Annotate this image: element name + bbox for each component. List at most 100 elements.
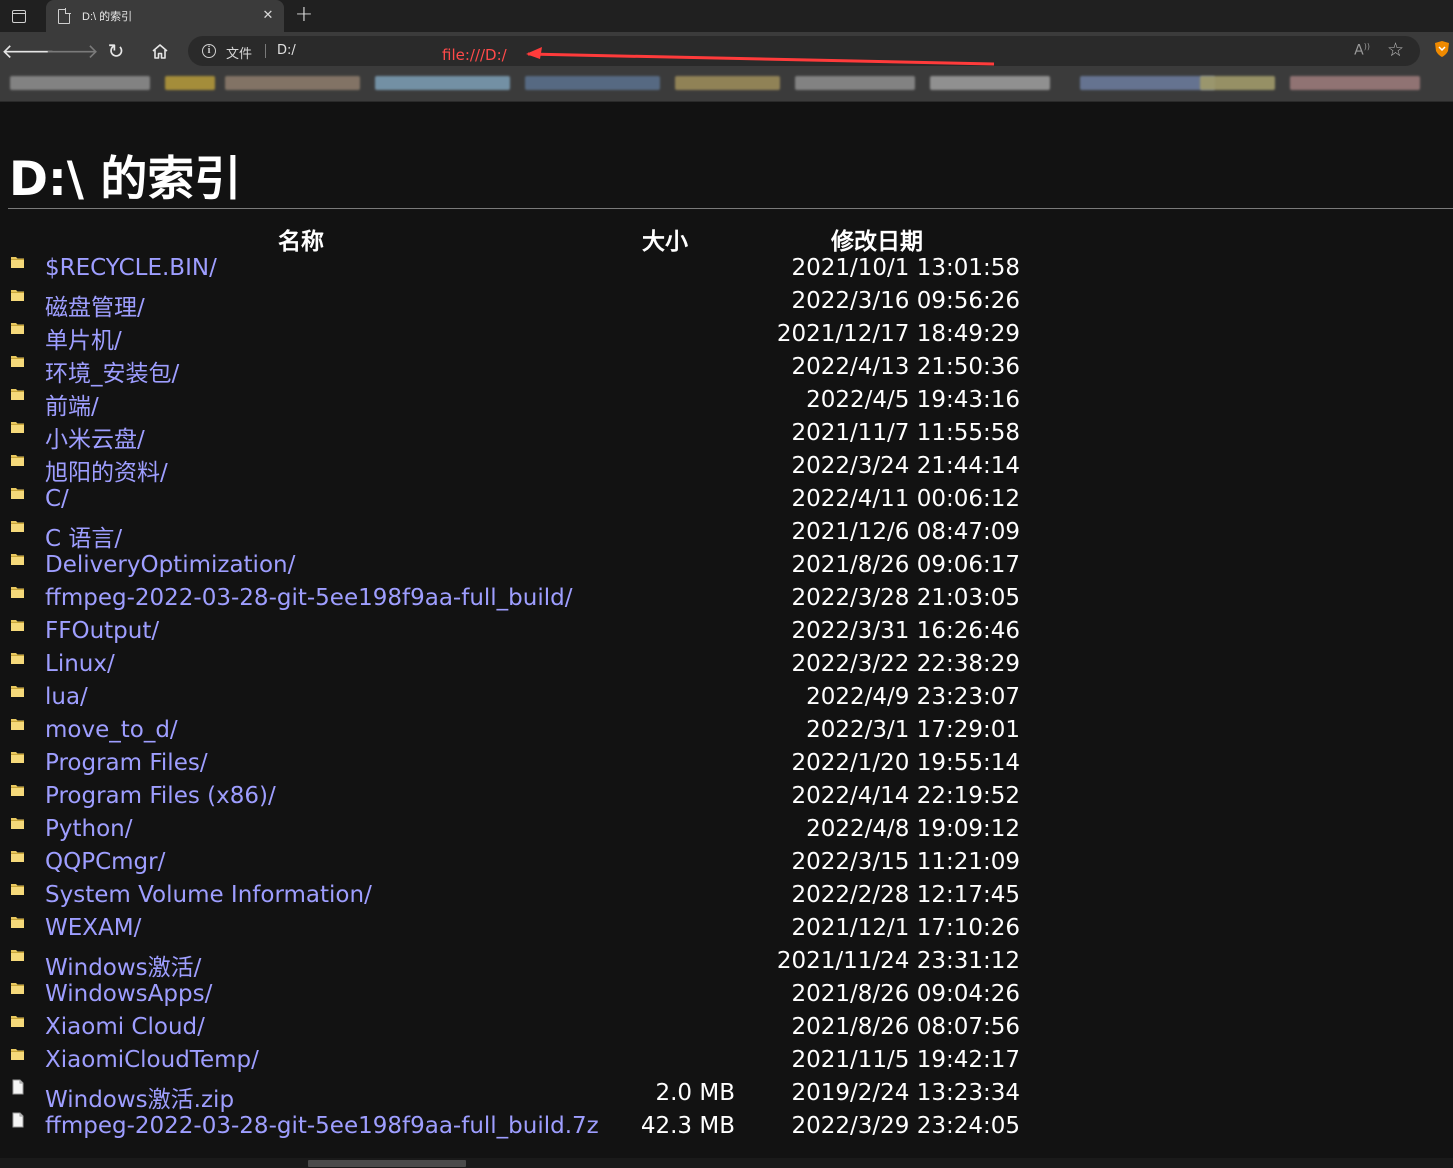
bookmark-item[interactable] — [1290, 76, 1420, 90]
info-icon[interactable]: i — [202, 44, 216, 58]
folder-link[interactable]: 磁盘管理/ — [45, 288, 145, 322]
table-row: lua/2022/4/9 23:23:07 — [0, 682, 1100, 715]
modified-date: 2022/3/31 16:26:46 — [791, 618, 1020, 644]
page-icon — [58, 8, 71, 24]
folder-icon — [10, 650, 26, 666]
modified-date: 2022/4/8 19:09:12 — [806, 816, 1020, 842]
table-row: move_to_d/2022/3/1 17:29:01 — [0, 715, 1100, 748]
folder-link[interactable]: Program Files/ — [45, 750, 208, 776]
scrollbar-thumb[interactable] — [308, 1160, 466, 1167]
table-row: WindowsApps/2021/8/26 09:04:26 — [0, 979, 1100, 1012]
column-header-date[interactable]: 修改日期 — [831, 222, 923, 256]
folder-link[interactable]: WindowsApps/ — [45, 981, 212, 1007]
folder-link[interactable]: 前端/ — [45, 387, 99, 421]
bookmark-item[interactable] — [1080, 76, 1215, 90]
modified-date: 2022/2/28 12:17:45 — [791, 882, 1020, 908]
table-row: DeliveryOptimization/2021/8/26 09:06:17 — [0, 550, 1100, 583]
back-button[interactable]: 🡐 — [1, 38, 55, 64]
table-row: Windows激活.zip 2.0 MB 2019/2/24 13:23:34 — [0, 1078, 1100, 1114]
tab-actions-icon — [12, 9, 26, 23]
table-row: Windows激活/2021/11/24 23:31:12 — [0, 946, 1100, 982]
table-row: Program Files (x86)/ 2022/4/14 22:19:52 — [0, 781, 1100, 814]
new-tab-button[interactable]: + — [292, 4, 316, 28]
file-size: 2.0 MB — [655, 1080, 735, 1106]
forward-button[interactable]: 🡒 — [45, 38, 99, 64]
folder-link[interactable]: WEXAM/ — [45, 915, 141, 941]
modified-date: 2022/3/1 17:29:01 — [806, 717, 1020, 743]
folder-link[interactable]: QQPCmgr/ — [45, 849, 165, 875]
folder-link[interactable]: DeliveryOptimization/ — [45, 552, 295, 578]
modified-date: 2022/3/24 21:44:14 — [791, 453, 1020, 479]
arrow-right-icon: 🡒 — [45, 39, 99, 63]
folder-link[interactable]: FFOutput/ — [45, 618, 159, 644]
url-text[interactable]: D:/ — [277, 43, 296, 58]
table-row: 小米云盘/2021/11/7 11:55:58 — [0, 418, 1100, 454]
favorite-star-icon[interactable]: ☆ — [1387, 39, 1404, 61]
modified-date: 2022/3/15 11:21:09 — [791, 849, 1020, 875]
modified-date: 2021/11/5 19:42:17 — [791, 1047, 1020, 1073]
bookmark-item[interactable] — [225, 76, 360, 90]
bookmark-item[interactable] — [675, 76, 780, 90]
folder-link[interactable]: $RECYCLE.BIN/ — [45, 255, 217, 281]
folder-link[interactable]: C/ — [45, 486, 69, 512]
folder-link[interactable]: ffmpeg-2022-03-28-git-5ee198f9aa-full_bu… — [45, 585, 572, 611]
modified-date: 2021/12/1 17:10:26 — [791, 915, 1020, 941]
folder-link[interactable]: 旭阳的资料/ — [45, 453, 168, 487]
table-row: QQPCmgr/2022/3/15 11:21:09 — [0, 847, 1100, 880]
tab-actions-button[interactable] — [8, 6, 30, 26]
folder-icon — [10, 749, 26, 765]
folder-link[interactable]: 环境_安装包/ — [45, 354, 179, 388]
folder-link[interactable]: C 语言/ — [45, 519, 122, 553]
folder-link[interactable]: 单片机/ — [45, 321, 122, 355]
bookmark-item[interactable] — [10, 76, 150, 90]
folder-link[interactable]: Xiaomi Cloud/ — [45, 1014, 205, 1040]
modified-date: 2021/8/26 09:06:17 — [791, 552, 1020, 578]
modified-date: 2021/10/1 13:01:58 — [791, 255, 1020, 281]
folder-link[interactable]: XiaomiCloudTemp/ — [45, 1047, 259, 1073]
folder-link[interactable]: Program Files (x86)/ — [45, 783, 276, 809]
folder-icon — [10, 386, 26, 402]
folder-icon — [10, 980, 26, 996]
column-header-size[interactable]: 大小 — [642, 222, 688, 256]
modified-date: 2021/8/26 08:07:56 — [791, 1014, 1020, 1040]
table-row: 环境_安装包/2022/4/13 21:50:36 — [0, 352, 1100, 388]
folder-link[interactable]: move_to_d/ — [45, 717, 178, 743]
refresh-button[interactable]: ↻ — [102, 38, 130, 64]
folder-link[interactable]: lua/ — [45, 684, 88, 710]
folder-icon — [10, 947, 26, 963]
home-button[interactable] — [146, 38, 174, 64]
bookmark-item[interactable] — [525, 76, 660, 90]
read-aloud-icon[interactable]: A)) — [1354, 42, 1370, 59]
bookmark-item[interactable] — [930, 76, 1050, 90]
folder-link[interactable]: Linux/ — [45, 651, 115, 677]
close-tab-button[interactable]: ✕ — [260, 8, 276, 24]
modified-date: 2022/3/22 22:38:29 — [791, 651, 1020, 677]
file-link[interactable]: Windows激活.zip — [45, 1080, 234, 1114]
folder-icon — [10, 1013, 26, 1029]
bookmark-item[interactable] — [165, 76, 215, 90]
folder-link[interactable]: Python/ — [45, 816, 132, 842]
bookmark-item[interactable] — [375, 76, 510, 90]
folder-link[interactable]: 小米云盘/ — [45, 420, 145, 454]
folder-icon — [10, 452, 26, 468]
column-header-name[interactable]: 名称 — [278, 222, 324, 256]
modified-date: 2022/4/11 00:06:12 — [791, 486, 1020, 512]
horizontal-scrollbar[interactable] — [0, 1158, 1453, 1168]
bookmark-item[interactable] — [795, 76, 915, 90]
file-link[interactable]: ffmpeg-2022-03-28-git-5ee198f9aa-full_bu… — [45, 1113, 599, 1139]
folder-icon — [10, 683, 26, 699]
file-size: 42.3 MB — [640, 1113, 735, 1139]
table-row: 磁盘管理/2022/3/16 09:56:26 — [0, 286, 1100, 322]
table-row: Program Files/2022/1/20 19:55:14 — [0, 748, 1100, 781]
extension-shield-icon[interactable] — [1434, 40, 1450, 58]
bookmark-item[interactable] — [1200, 76, 1275, 90]
address-bar[interactable]: i 文件 D:/ file:///D:/ A)) ☆ — [188, 36, 1420, 66]
modified-date: 2021/12/17 18:49:29 — [776, 321, 1020, 347]
modified-date: 2019/2/24 13:23:34 — [791, 1080, 1020, 1106]
folder-link[interactable]: Windows激活/ — [45, 948, 201, 982]
address-separator — [265, 44, 266, 58]
folder-link[interactable]: System Volume Information/ — [45, 882, 372, 908]
table-row: $RECYCLE.BIN/2021/10/1 13:01:58 — [0, 253, 1100, 286]
tab-strip: D:\ 的索引 ✕ + — [0, 0, 1453, 32]
tab-active[interactable]: D:\ 的索引 ✕ — [46, 0, 284, 32]
